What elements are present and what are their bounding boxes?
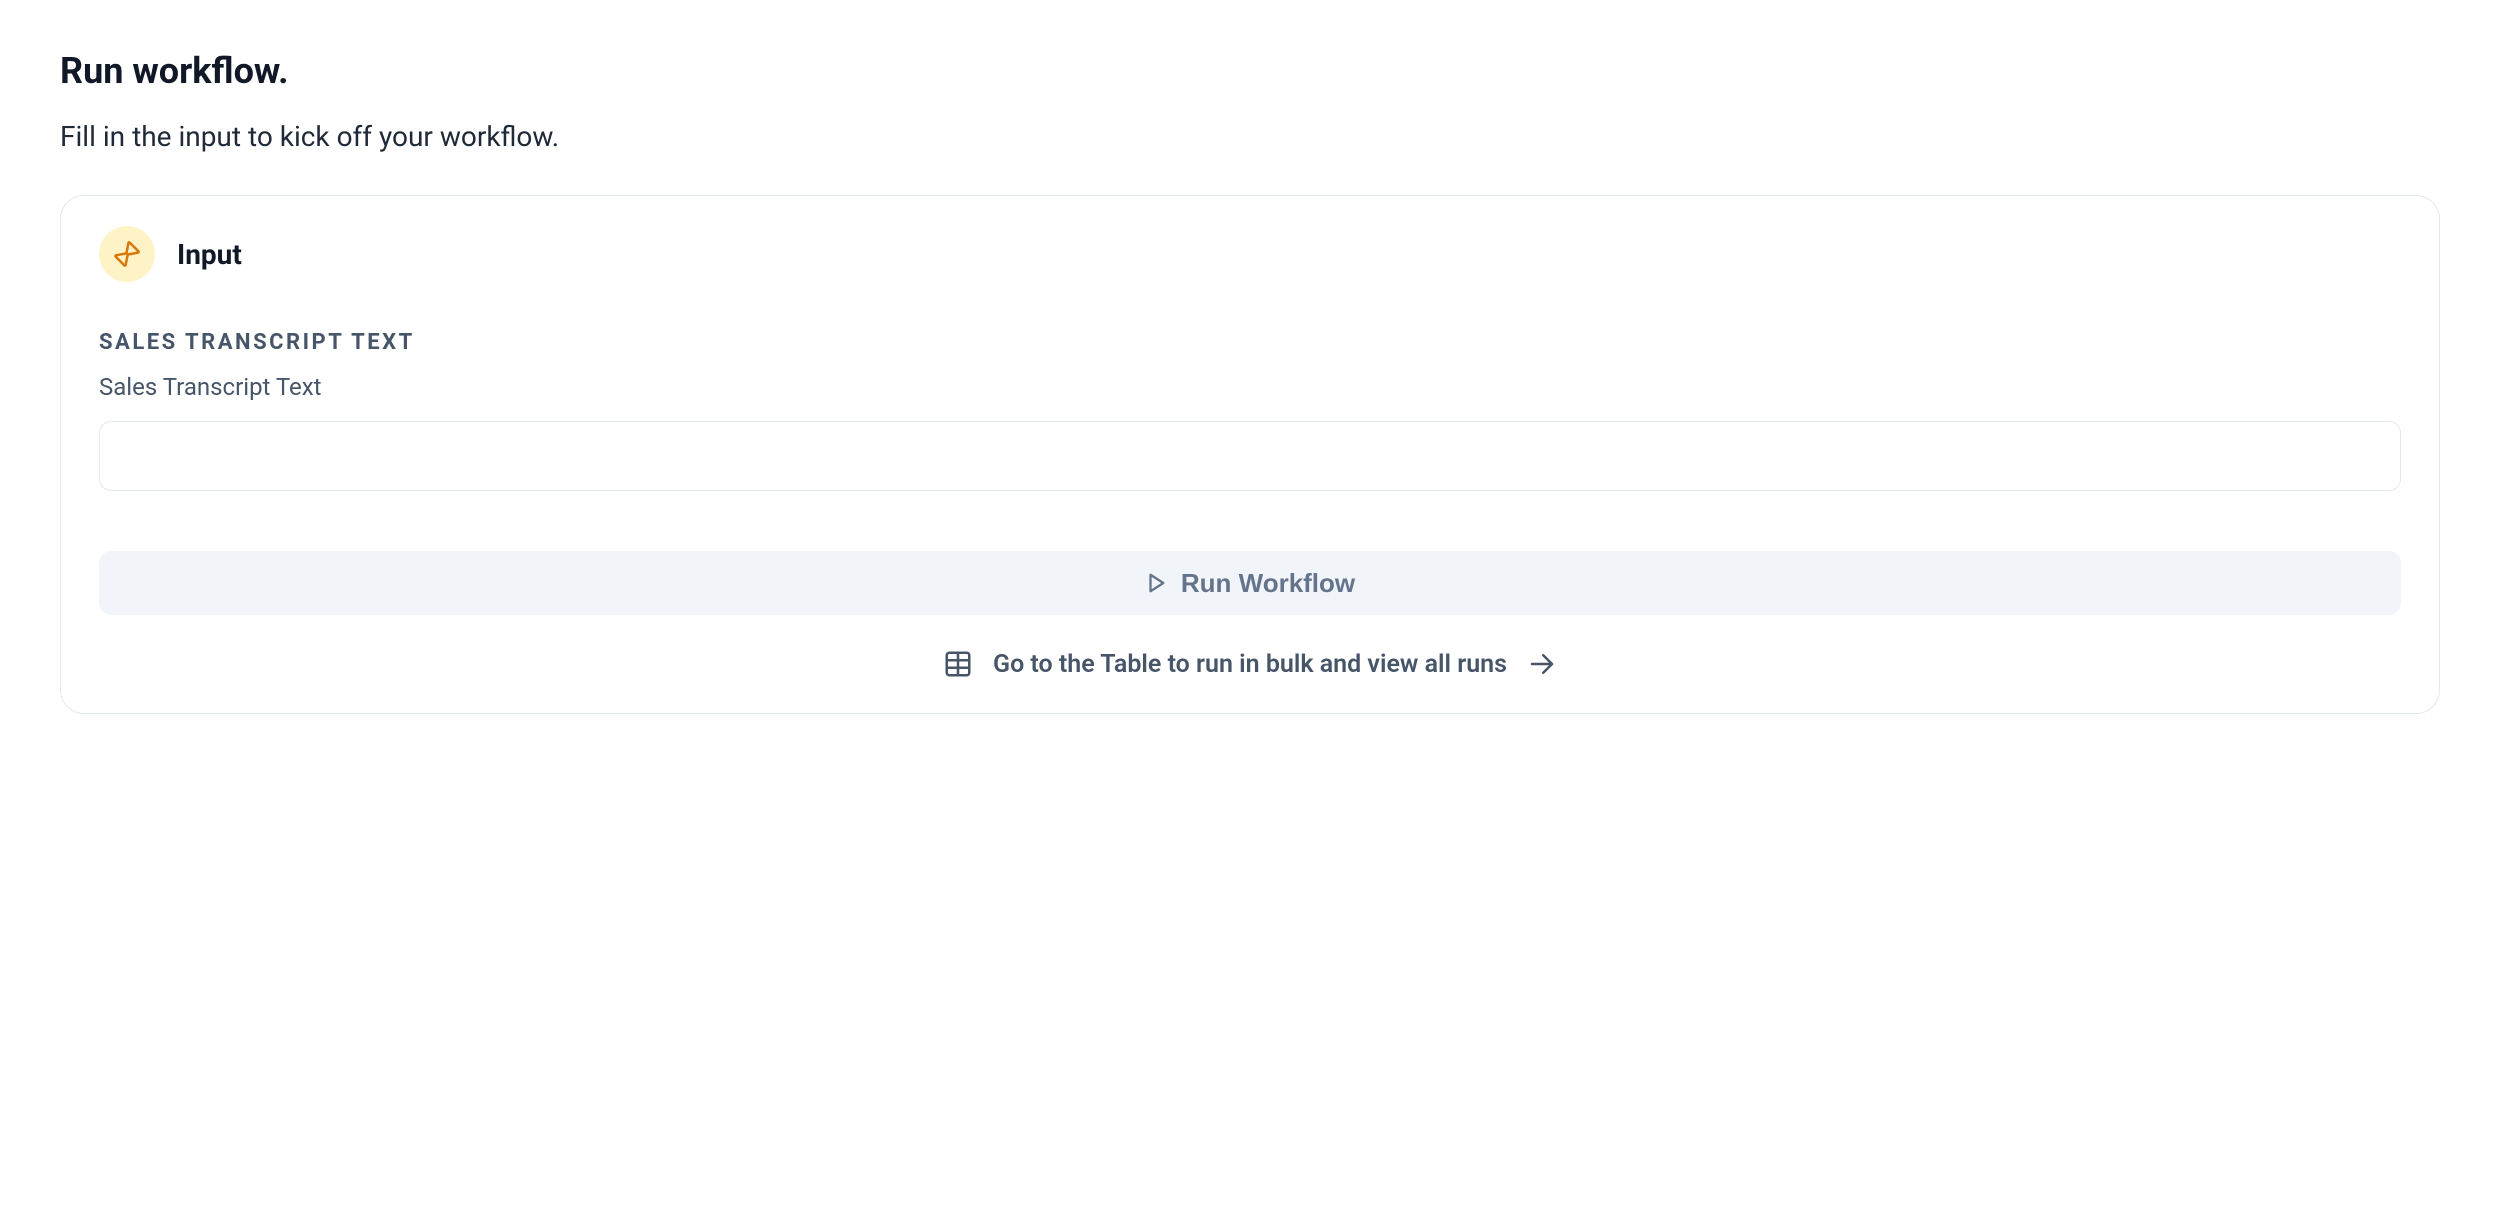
input-card: Input SALES TRANSCRIPT TEXT Sales Transc… (60, 195, 2440, 714)
lightning-icon (112, 239, 142, 269)
card-title: Input (177, 238, 242, 271)
sales-transcript-input[interactable] (99, 421, 2401, 491)
input-icon-badge (99, 226, 155, 282)
table-icon (943, 649, 973, 679)
card-header: Input (99, 226, 2401, 282)
run-workflow-label: Run Workflow (1181, 568, 1355, 599)
go-to-table-link[interactable]: Go to the Table to run in bulk and view … (99, 649, 2401, 679)
field-label: SALES TRANSCRIPT TEXT (99, 330, 2401, 355)
page-subtitle: Fill in the input to kick off your workf… (60, 120, 2440, 153)
run-workflow-button[interactable]: Run Workflow (99, 551, 2401, 615)
arrow-right-icon (1527, 649, 1557, 679)
page-title: Run workflow. (60, 50, 2440, 92)
play-icon (1145, 572, 1167, 594)
go-to-table-label: Go to the Table to run in bulk and view … (993, 650, 1507, 679)
field-sublabel: Sales Transcript Text (99, 373, 2401, 401)
